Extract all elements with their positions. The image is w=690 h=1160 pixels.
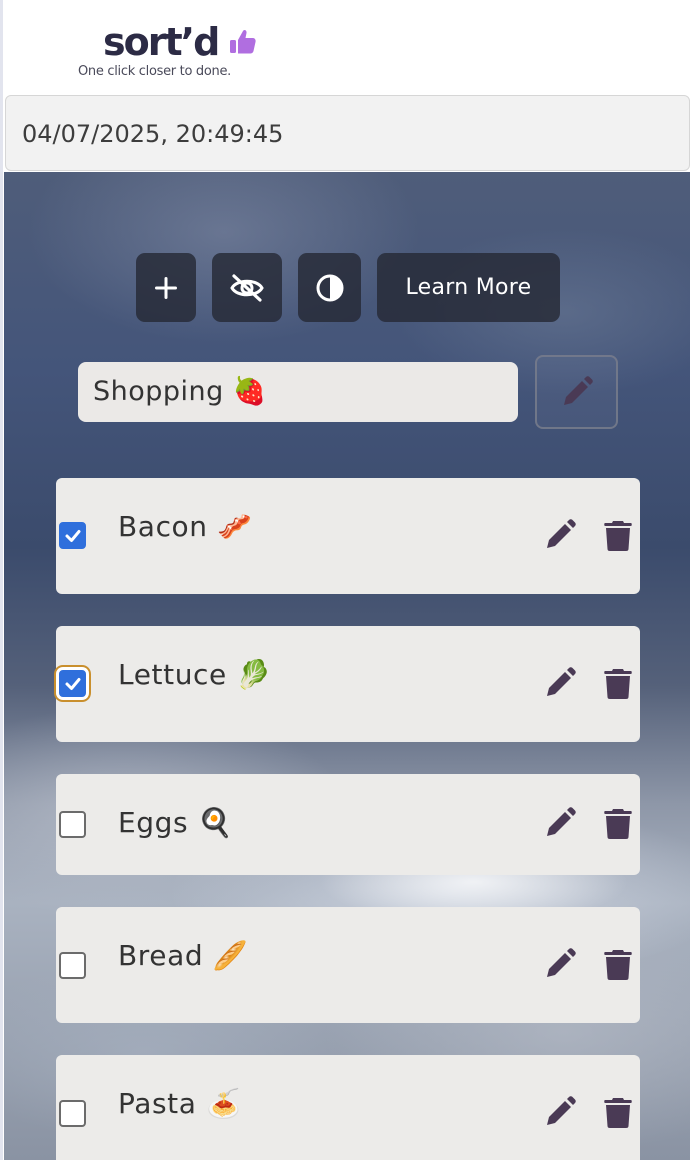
trash-icon[interactable] — [603, 806, 633, 840]
pencil-icon[interactable] — [543, 518, 577, 552]
pencil-icon[interactable] — [543, 666, 577, 700]
thumbs-up-icon — [230, 29, 256, 54]
timestamp-display: 04/07/2025, 20:49:45 — [5, 95, 690, 171]
logo-text: sort’d — [103, 20, 220, 64]
add-item-button[interactable] — [136, 253, 196, 322]
toggle-contrast-button[interactable] — [298, 253, 361, 322]
pencil-icon[interactable] — [543, 806, 577, 840]
item-label: Bacon 🥓 — [118, 510, 253, 543]
pencil-icon[interactable] — [543, 1095, 577, 1129]
list-item-2: Eggs 🍳 — [56, 774, 640, 875]
app-header: sort’d One click closer to done. — [3, 0, 690, 94]
logo[interactable]: sort’d — [103, 22, 258, 62]
contrast-icon — [316, 274, 343, 301]
item-checkbox[interactable] — [59, 670, 86, 697]
trash-icon[interactable] — [603, 1095, 633, 1129]
list-item-4: Pasta 🍝 — [56, 1055, 640, 1160]
item-label: Eggs 🍳 — [118, 806, 234, 839]
item-label: Lettuce 🥬 — [118, 658, 272, 691]
item-label: Bread 🥖 — [118, 939, 249, 972]
trash-icon[interactable] — [603, 947, 633, 981]
list-item-3: Bread 🥖 — [56, 907, 640, 1023]
trash-icon[interactable] — [603, 666, 633, 700]
list-name-field[interactable]: Shopping 🍓 — [78, 362, 518, 422]
toggle-hide-completed-button[interactable] — [212, 253, 282, 322]
list-item-1: Lettuce 🥬 — [56, 626, 640, 742]
pencil-icon — [563, 376, 593, 405]
list-item-0: Bacon 🥓 — [56, 478, 640, 594]
checkmark-icon — [65, 677, 80, 690]
pencil-icon[interactable] — [543, 947, 577, 981]
learn-more-button[interactable]: Learn More — [377, 253, 560, 322]
tagline: One click closer to done. — [78, 64, 232, 79]
item-checkbox[interactable] — [59, 811, 86, 838]
checkmark-icon — [65, 529, 80, 542]
plus-icon — [155, 276, 177, 299]
eye-slash-icon — [230, 273, 264, 302]
item-checkbox[interactable] — [59, 1100, 86, 1127]
item-checkbox[interactable] — [59, 522, 86, 549]
item-label: Pasta 🍝 — [118, 1087, 242, 1120]
edit-list-name-button[interactable] — [535, 355, 618, 429]
page-left-border — [0, 0, 3, 1160]
item-checkbox[interactable] — [59, 952, 86, 979]
trash-icon[interactable] — [603, 518, 633, 552]
learn-more-label: Learn More — [405, 275, 532, 300]
